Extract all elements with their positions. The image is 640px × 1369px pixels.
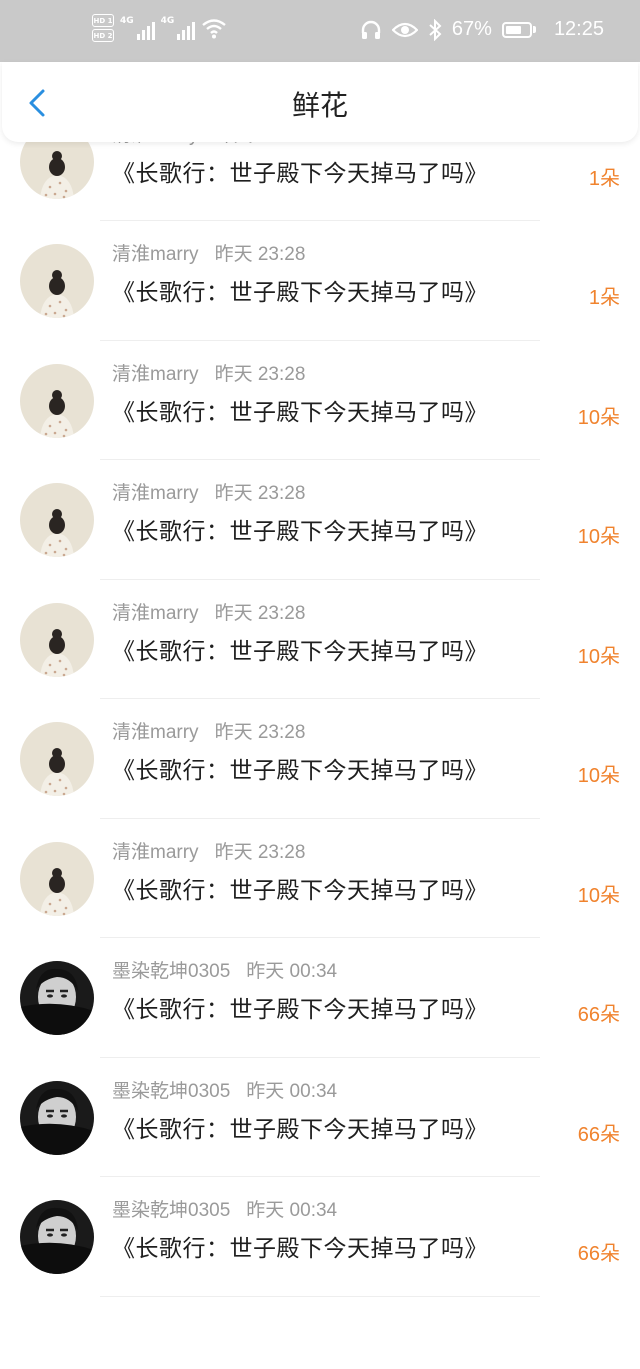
flower-count: 66朵	[577, 1123, 620, 1146]
network-label: 4G	[160, 16, 175, 26]
username[interactable]: 清淮marry	[112, 478, 199, 505]
avatar[interactable]	[20, 602, 94, 677]
avatar[interactable]	[20, 841, 94, 916]
timestamp: 昨天 23:28	[214, 483, 306, 504]
list-item[interactable]: 清淮marry 昨天 23:28 《长歌行：世子殿下今天掉马了吗》 10朵	[0, 460, 640, 580]
timestamp: 昨天 23:28	[214, 602, 306, 624]
status-right: 67% 12:25	[360, 18, 604, 41]
battery-icon	[501, 21, 536, 38]
book-title: 《长歌行：世子殿下今天掉马了吗》	[112, 758, 488, 784]
avatar[interactable]	[20, 722, 94, 796]
book-title: 《长歌行：世子殿下今天掉马了吗》	[112, 399, 488, 426]
username[interactable]: 清淮marry	[112, 598, 199, 625]
username[interactable]: 清淮marry	[112, 717, 199, 744]
clock: 12:25	[553, 18, 604, 40]
list-item[interactable]: 清淮marry 昨天 23:28 《长歌行：世子殿下今天掉马了吗》 10朵	[0, 580, 640, 699]
username[interactable]: 墨染乾坤0305	[112, 956, 230, 983]
item-meta: 清淮marry 昨天 23:28	[112, 239, 305, 266]
item-meta: 清淮marry 昨天 23:28	[112, 359, 305, 386]
book-title: 《长歌行：世子殿下今天掉马了吗》	[112, 519, 488, 545]
username[interactable]: 墨染乾坤0305	[112, 1195, 230, 1222]
list-item[interactable]: 清淮marry 昨天 23:28 《长歌行：世子殿下今天掉马了吗》 10朵	[0, 341, 640, 460]
book-title: 《长歌行：世子殿下今天掉马了吗》	[112, 1236, 488, 1262]
timestamp: 昨天 23:28	[214, 722, 306, 743]
list-item[interactable]: 清淮marry 昨天 23:28 《长歌行：世子殿下今天掉马了吗》 1朵	[0, 221, 640, 341]
list-item[interactable]: 墨染乾坤0305 昨天 00:34 《长歌行：世子殿下今天掉马了吗》 66朵	[0, 1058, 640, 1177]
book-title: 《长歌行：世子殿下今天掉马了吗》	[112, 280, 488, 306]
hd2-badge: HD 2	[92, 29, 114, 42]
timestamp: 昨天 00:34	[246, 1080, 338, 1102]
hd-badges: HD 1 HD 2	[92, 14, 114, 42]
eye-icon	[391, 22, 418, 37]
username[interactable]: 清淮marry	[112, 359, 199, 386]
username[interactable]: 墨染乾坤0305	[112, 1076, 230, 1103]
timestamp: 昨天 00:34	[246, 961, 338, 982]
avatar[interactable]	[20, 244, 94, 318]
flower-count: 10朵	[577, 645, 620, 668]
status-left: HD 1 HD 2 4G 4G	[92, 14, 227, 42]
battery-percent: 67%	[451, 18, 492, 40]
list-item[interactable]: 清淮marry 昨天 23:28 《长歌行：世子殿下今天掉马了吗》 10朵	[0, 699, 640, 819]
list-item[interactable]: 墨染乾坤0305 昨天 00:34 《长歌行：世子殿下今天掉马了吗》 66朵	[0, 1177, 640, 1297]
book-title: 《长歌行：世子殿下今天掉马了吗》	[112, 638, 488, 665]
status-bar: HD 1 HD 2 4G 4G 67% 12:25	[0, 0, 640, 62]
item-meta: 墨染乾坤0305 昨天 00:34	[112, 1076, 337, 1103]
avatar[interactable]	[20, 1200, 94, 1274]
book-title: 《长歌行：世子殿下今天掉马了吗》	[112, 997, 488, 1023]
flower-count: 1朵	[588, 287, 620, 309]
wifi-icon	[202, 19, 227, 39]
timestamp: 昨天 23:28	[214, 363, 306, 385]
book-title: 《长歌行：世子殿下今天掉马了吗》	[112, 160, 488, 187]
book-title: 《长歌行：世子殿下今天掉马了吗》	[112, 877, 488, 904]
list-item[interactable]: 清淮marry 昨天 23:28 《长歌行：世子殿下今天掉马了吗》 10朵	[0, 819, 640, 938]
flower-count: 10朵	[577, 765, 620, 787]
avatar[interactable]	[20, 961, 94, 1035]
username[interactable]: 清淮marry	[112, 239, 199, 266]
row-divider	[100, 1295, 540, 1297]
flower-count: 10朵	[577, 526, 620, 548]
item-meta: 清淮marry 昨天 23:28	[112, 478, 305, 505]
flower-count: 10朵	[577, 884, 620, 907]
network-label: 4G	[120, 16, 134, 26]
flower-count: 10朵	[577, 406, 620, 429]
signal-icon: 4G	[120, 16, 155, 40]
bluetooth-icon	[429, 18, 442, 41]
username[interactable]: 清淮marry	[112, 837, 199, 864]
page-title: 鲜花	[291, 89, 348, 122]
hd1-badge: HD 1	[92, 14, 114, 27]
signal-icon: 4G	[161, 16, 196, 40]
item-meta: 清淮marry 昨天 23:28	[112, 837, 305, 864]
avatar[interactable]	[20, 1080, 94, 1155]
avatar[interactable]	[20, 363, 94, 438]
item-meta: 墨染乾坤0305 昨天 00:34	[112, 956, 337, 983]
top-nav-bar: 鲜花	[2, 62, 638, 142]
item-meta: 清淮marry 昨天 23:28	[112, 598, 305, 625]
avatar[interactable]	[20, 483, 94, 557]
timestamp: 昨天 23:28	[214, 841, 306, 863]
flower-count: 1朵	[588, 167, 620, 190]
item-meta: 墨染乾坤0305 昨天 00:34	[112, 1195, 337, 1222]
headphones-icon	[361, 20, 381, 39]
list-item[interactable]: 墨染乾坤0305 昨天 00:34 《长歌行：世子殿下今天掉马了吗》 66朵	[0, 938, 640, 1058]
flower-count: 66朵	[577, 1243, 620, 1265]
timestamp: 昨天 23:28	[214, 244, 306, 265]
flower-count: 66朵	[577, 1004, 620, 1026]
book-title: 《长歌行：世子殿下今天掉马了吗》	[112, 1116, 488, 1143]
timestamp: 昨天 00:34	[246, 1200, 338, 1221]
item-meta: 清淮marry 昨天 23:28	[112, 717, 305, 744]
